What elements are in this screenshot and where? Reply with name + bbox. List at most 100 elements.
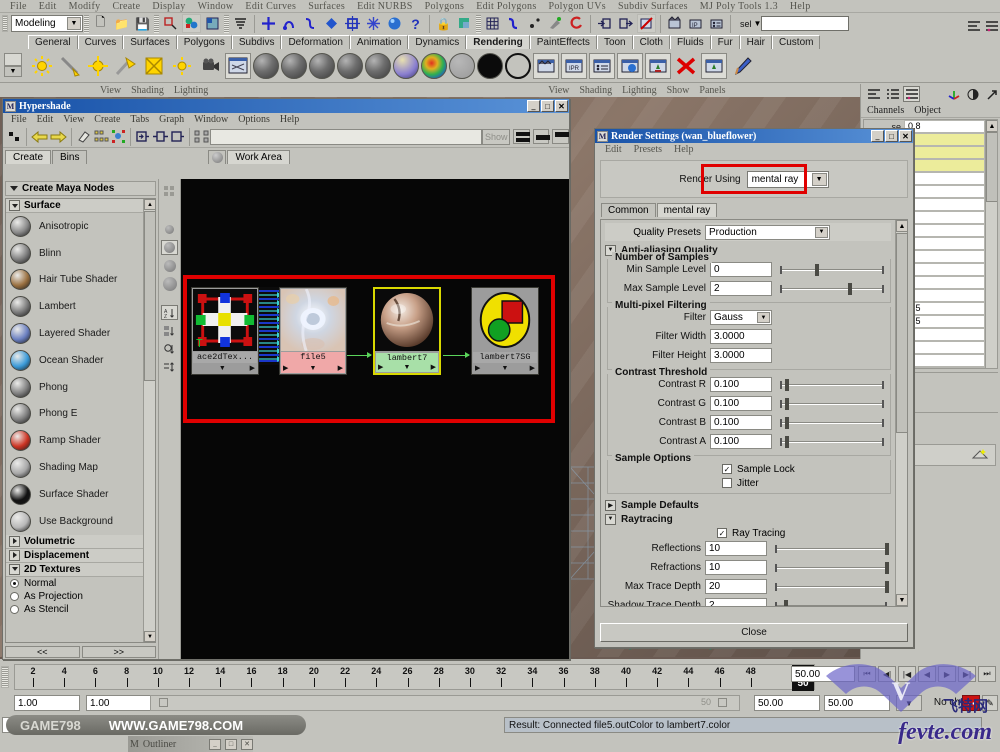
attribute-editor-icon[interactable] [985, 16, 999, 35]
arrow-up-right-icon[interactable] [983, 86, 1000, 102]
rs-menu-help[interactable]: Help [668, 144, 699, 155]
create-node-item[interactable]: Surface Shader [6, 481, 155, 508]
volume-light-icon[interactable] [169, 53, 195, 79]
menu-display[interactable]: Display [146, 1, 191, 12]
node-type-list[interactable]: Surface Anisotropic Blinn Hair Tube Shader… [5, 198, 156, 643]
ambient-light-icon[interactable] [85, 53, 111, 79]
viewport-menu-panels[interactable]: Panels [699, 85, 725, 96]
channel-value[interactable]: 0 [904, 250, 985, 263]
shelf-tab-toon[interactable]: Toon [596, 35, 633, 49]
menu-edit-polygons[interactable]: Edit Polygons [470, 1, 542, 12]
rs-tab-common[interactable]: Common [601, 203, 656, 217]
node-lambert7[interactable]: lambert7 ▶ ▼ ▶ [373, 287, 441, 375]
refractions-field[interactable]: 10 [705, 560, 767, 575]
graph-network-icon[interactable] [111, 127, 126, 146]
viewport-menu-view-2[interactable]: View [548, 85, 569, 96]
nav-prev-button[interactable]: << [5, 646, 80, 658]
viewport-menu-shading[interactable]: Shading [131, 85, 164, 96]
menu-file[interactable]: File [4, 1, 33, 12]
save-scene-icon[interactable]: 💾 [133, 14, 152, 33]
directional-light-icon[interactable] [57, 53, 83, 79]
maximize-button[interactable]: □ [541, 100, 554, 112]
rs-tab-mental-ray[interactable]: mental ray [656, 203, 718, 217]
contrast-a-slider[interactable] [780, 434, 888, 449]
grid-view-icon[interactable] [161, 183, 178, 198]
rs-menu-presets[interactable]: Presets [628, 144, 668, 155]
raytracing-section-header[interactable]: ▼ Raytracing [605, 512, 891, 526]
create-node-item[interactable]: Use Background [6, 508, 155, 535]
snap-to-grid-icon[interactable] [259, 14, 278, 33]
shading-map-ball[interactable] [449, 52, 475, 79]
create-node-item[interactable]: Lambert [6, 293, 155, 320]
shelf-tab-animation[interactable]: Animation [349, 35, 409, 49]
hs-menu-help[interactable]: Help [275, 114, 304, 125]
sort-by-time-icon[interactable] [161, 341, 178, 356]
create-maya-nodes-header[interactable]: Create Maya Nodes [5, 181, 156, 196]
curve-tool-icon[interactable] [504, 14, 523, 33]
node-footer-file5[interactable]: ▶ ▼ ▶ [281, 363, 345, 373]
open-scene-icon[interactable]: 📁 [112, 14, 131, 33]
swatch-small-icon[interactable] [161, 222, 178, 237]
sample-defaults-section-header[interactable]: ▶ Sample Defaults [605, 498, 891, 512]
contrast-r-slider[interactable] [780, 377, 888, 392]
create-node-item[interactable]: Phong [6, 374, 155, 401]
sort-alphabetical-icon[interactable]: AZ [161, 305, 178, 320]
group-volumetric[interactable]: Volumetric [6, 534, 155, 549]
use-background-ball[interactable] [505, 52, 531, 79]
create-node-item[interactable]: Hair Tube Shader [6, 267, 155, 294]
lock-icon[interactable]: 🔒 [434, 14, 453, 33]
channel-value[interactable]: 0.8 [904, 120, 985, 133]
hs-menu-file[interactable]: File [6, 114, 32, 125]
selection-name-field[interactable] [761, 16, 850, 31]
quality-presets-dropdown[interactable]: Production ▼ [705, 224, 830, 240]
menu-create[interactable]: Create [106, 1, 146, 12]
node-output-icon-3[interactable]: ▶ [431, 363, 436, 371]
range-slider-track[interactable]: 50 [150, 695, 740, 711]
hypershade-tab-bins[interactable]: Bins [52, 150, 88, 164]
input-connection-icon[interactable] [595, 14, 614, 33]
channel-box-scrollbar[interactable]: ▲ [985, 120, 997, 368]
create-lighting-icon[interactable] [645, 52, 671, 79]
node-input-icon-3[interactable]: ▶ [378, 363, 383, 371]
max-sample-level-slider[interactable] [780, 281, 888, 296]
shelf-tab-surfaces[interactable]: Surfaces [123, 35, 177, 49]
close-button[interactable]: ✕ [555, 100, 568, 112]
ray-tracing-checkbox-row[interactable]: ✓ Ray Tracing [717, 526, 891, 540]
rs-minimize-button[interactable]: _ [871, 130, 884, 142]
menu-polygons[interactable]: Polygons [419, 1, 471, 12]
render-settings-icon[interactable] [707, 14, 726, 33]
channel-box-layout-icon[interactable] [903, 86, 920, 102]
rs-scroll-down-icon[interactable]: ▼ [896, 594, 907, 606]
shelf-tab-rendering[interactable]: Rendering [466, 35, 530, 49]
snap-to-view-plane-icon[interactable] [322, 14, 341, 33]
render-settings-scrollbar[interactable]: ▲ ▼ [895, 220, 907, 606]
hs-menu-tabs[interactable]: Tabs [125, 114, 154, 125]
selection-mask-icon[interactable] [231, 14, 250, 33]
outliner-titlebar[interactable]: M Outliner _ □ ✕ [128, 736, 253, 752]
shelf-tab-fur[interactable]: Fur [710, 35, 740, 49]
outliner-minimize-button[interactable]: _ [209, 738, 221, 750]
rs-scroll-thumb[interactable] [896, 233, 907, 433]
area-light-icon[interactable] [141, 53, 167, 79]
menu-polygon-uvs[interactable]: Polygon UVs [543, 1, 612, 12]
go-to-start-icon[interactable]: ⏮ [858, 666, 876, 682]
rs-maximize-button[interactable]: □ [885, 130, 898, 142]
render-settings-titlebar[interactable]: M Render Settings (wan_blueflower) _ □ ✕ [595, 129, 913, 143]
material-ball-5[interactable] [365, 52, 391, 79]
batch-render-icon[interactable] [533, 52, 559, 79]
viewport-menu-lighting-2[interactable]: Lighting [622, 85, 656, 96]
node-squares-icon[interactable] [7, 127, 22, 146]
node-place2dtexture[interactable]: T ace2dTex... ▼ ▶ [191, 287, 259, 375]
tab-object[interactable]: Object [914, 105, 941, 116]
work-area-ball-icon[interactable] [208, 150, 227, 164]
render-region-icon[interactable] [455, 14, 474, 33]
node-input-icon-2[interactable]: ▶ [283, 364, 288, 372]
go-to-end-icon[interactable]: ⏭ [978, 666, 996, 682]
snap-to-live-icon[interactable] [343, 14, 362, 33]
channel-value[interactable]: 0 [904, 237, 985, 250]
hypershade-window-icon[interactable] [225, 52, 251, 79]
menu-surfaces[interactable]: Surfaces [302, 1, 351, 12]
hs-menu-view[interactable]: View [58, 114, 89, 125]
shelf-tab-dynamics[interactable]: Dynamics [408, 35, 467, 49]
texture-mode-normal[interactable]: Normal [6, 577, 155, 590]
